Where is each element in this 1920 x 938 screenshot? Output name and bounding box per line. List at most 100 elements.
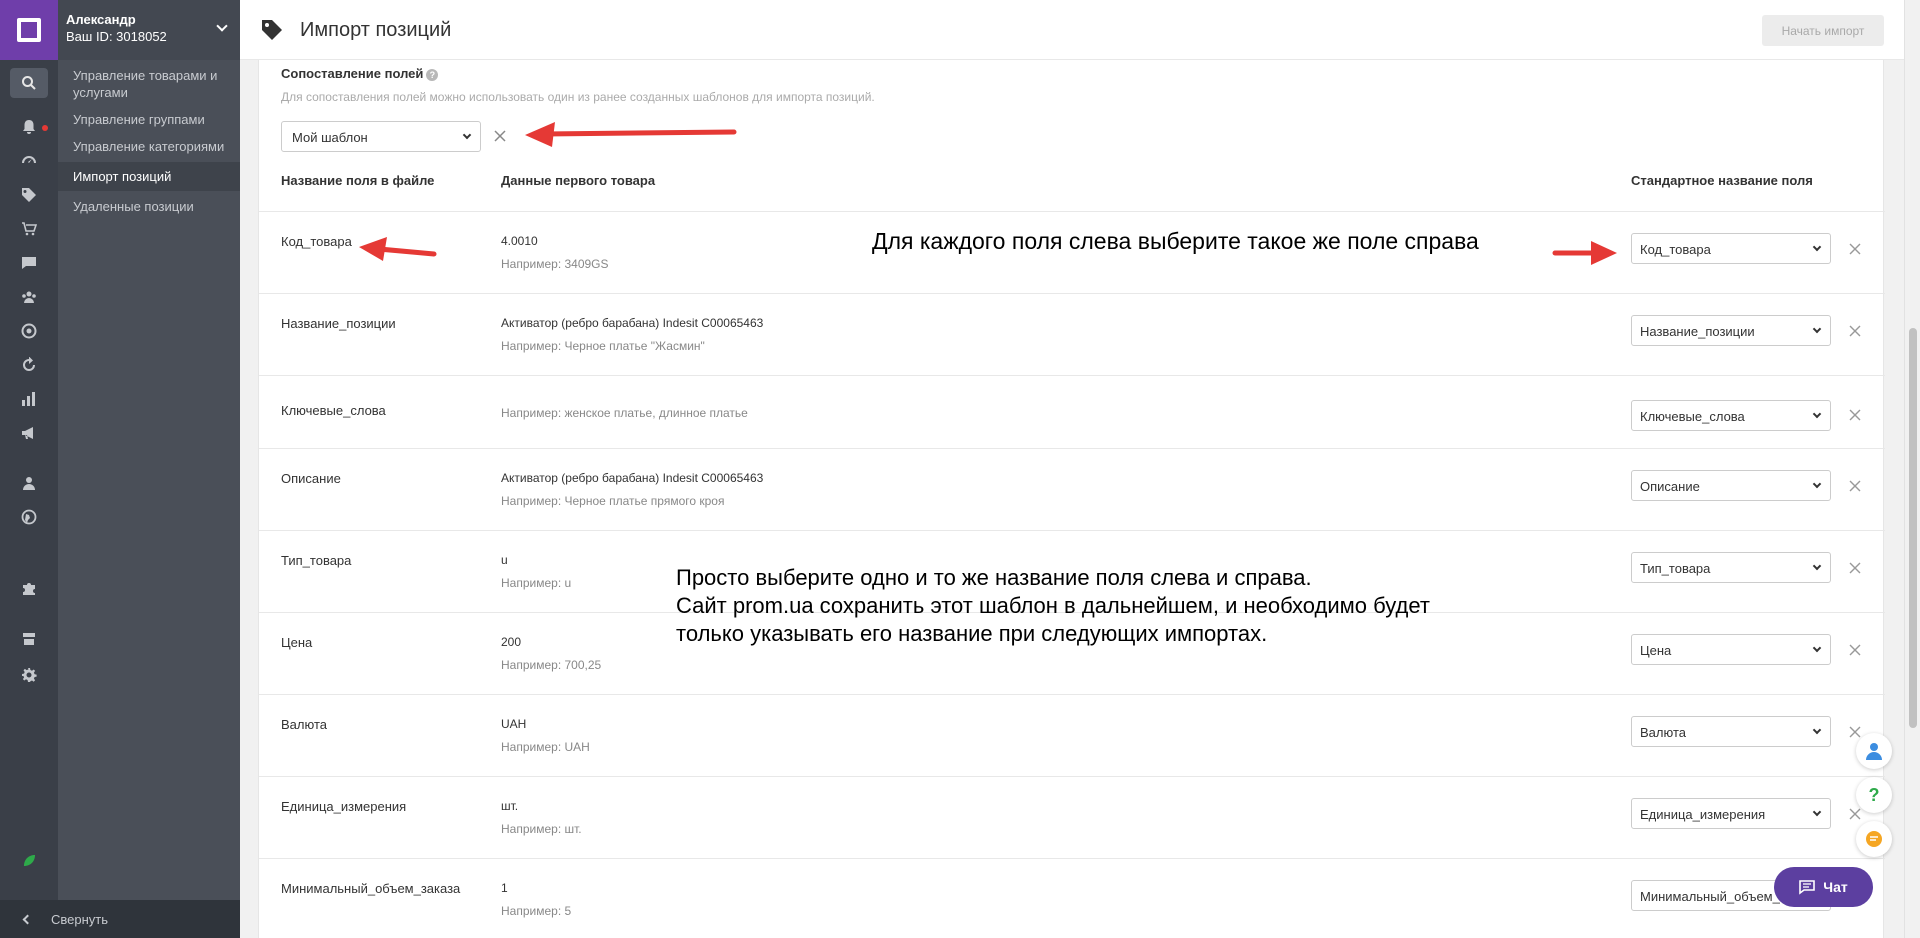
sidebar-item-categories[interactable]: Управление категориями — [58, 137, 240, 156]
standard-field-select-value: Валюта — [1640, 725, 1686, 740]
target-icon[interactable] — [20, 322, 38, 340]
example-value: Например: 5 — [501, 904, 572, 918]
field-name: Валюта — [281, 717, 327, 732]
remove-mapping-icon[interactable] — [1847, 806, 1863, 822]
standard-field-select[interactable]: Единица_измерения — [1631, 798, 1831, 829]
tag-icon — [262, 20, 282, 40]
chevron-down-icon — [1812, 725, 1822, 735]
mapping-row: Валюта UAH Например: UAH Валюта — [259, 694, 1885, 776]
refresh-icon[interactable] — [20, 356, 38, 374]
collapse-sidebar-button[interactable]: Свернуть — [0, 900, 240, 938]
question-icon: ? — [1868, 784, 1880, 805]
search-button[interactable] — [10, 68, 48, 98]
example-value: Например: Черное платье прямого кроя — [501, 494, 725, 508]
remove-mapping-icon[interactable] — [1847, 560, 1863, 576]
first-item-value: Активатор (ребро барабана) Indesit C0006… — [501, 471, 764, 485]
example-value: Например: женское платье, длинное платье — [501, 406, 748, 420]
arrow-to-first-field — [359, 237, 437, 261]
first-item-value: u — [501, 553, 508, 567]
megaphone-icon[interactable] — [20, 424, 38, 442]
logo-mark — [17, 18, 41, 42]
remove-mapping-icon[interactable] — [1847, 478, 1863, 494]
secondary-sidebar: Александр Ваш ID: 3018052 Управление тов… — [58, 0, 240, 938]
standard-field-select-value: Цена — [1640, 643, 1672, 658]
page-header: Импорт позиций Начать импорт — [240, 0, 1904, 60]
sidebar-item-import[interactable]: Импорт позиций — [58, 162, 240, 191]
field-name: Минимальный_объем_заказа — [281, 881, 461, 896]
field-name: Тип_товара — [281, 553, 352, 568]
page-scrollbar[interactable] — [1904, 0, 1920, 938]
profile-widget-button[interactable] — [1856, 733, 1892, 769]
sidebar-item-products[interactable]: Управление товарами и услугами — [58, 66, 240, 102]
standard-field-select[interactable]: Ключевые_слова — [1631, 400, 1831, 431]
example-value: Например: u — [501, 576, 572, 590]
chevron-down-icon — [1812, 807, 1822, 817]
first-item-value: UAH — [501, 717, 527, 731]
annotation-middle: Просто выберите одно и то же название по… — [676, 564, 1430, 648]
field-name: Цена — [281, 635, 313, 650]
standard-field-select[interactable]: Цена — [1631, 634, 1831, 665]
annotation-line-1: Просто выберите одно и то же название по… — [676, 565, 1312, 590]
standard-field-select-value: Ключевые_слова — [1640, 409, 1745, 424]
chevron-down-icon — [1812, 409, 1822, 419]
field-name: Единица_измерения — [281, 799, 407, 814]
help-widget-button[interactable]: ? — [1856, 777, 1892, 813]
store-icon[interactable] — [20, 630, 38, 648]
person-icon[interactable] — [20, 474, 38, 492]
collapse-label: Свернуть — [51, 911, 109, 927]
annotation-line-2: Сайт prom.ua сохранить этот шаблон в дал… — [676, 593, 1430, 618]
sidebar-item-groups[interactable]: Управление группами — [58, 110, 240, 129]
search-icon — [22, 76, 36, 90]
user-name: Александр — [66, 12, 136, 27]
chevron-down-icon — [1812, 561, 1822, 571]
sidebar-item-deleted[interactable]: Удаленные позиции — [58, 197, 240, 216]
user-switcher[interactable]: Александр Ваш ID: 3018052 — [58, 0, 240, 60]
first-item-value: 200 — [501, 635, 522, 649]
remove-mapping-icon[interactable] — [1847, 642, 1863, 658]
standard-field-select[interactable]: Описание — [1631, 470, 1831, 501]
page-title: Импорт позиций — [300, 19, 452, 41]
globe-icon[interactable] — [20, 508, 38, 526]
mapping-row: Описание Активатор (ребро барабана) Indes… — [259, 448, 1885, 530]
annotation-arrows — [359, 122, 1617, 265]
annotation-line-3: только указывать его название при следую… — [676, 621, 1268, 646]
message-icon[interactable] — [20, 254, 38, 272]
example-value: Например: 700,25 — [501, 658, 602, 672]
users-icon[interactable] — [20, 288, 38, 306]
feedback-widget-button[interactable] — [1856, 821, 1892, 857]
chat-label: Чат — [1823, 879, 1848, 895]
first-item-value: шт. — [501, 799, 519, 813]
chat-button[interactable]: Чат — [1774, 867, 1873, 907]
gauge-icon[interactable] — [20, 152, 38, 170]
puzzle-icon[interactable] — [20, 580, 38, 598]
chat-icon — [1799, 880, 1816, 895]
standard-field-select[interactable]: Тип_товара — [1631, 552, 1831, 583]
annotation-top: Для каждого поля слева выберите такое же… — [872, 228, 1479, 254]
notification-dot — [42, 125, 48, 131]
cart-icon[interactable] — [20, 220, 38, 238]
mapping-card: Сопоставление полей? Для сопоставления п… — [258, 60, 1885, 938]
user-id: Ваш ID: 3018052 — [66, 29, 167, 44]
standard-field-select[interactable]: Валюта — [1631, 716, 1831, 747]
chevron-down-icon — [1812, 479, 1822, 489]
start-import-button[interactable]: Начать импорт — [1762, 15, 1884, 46]
remove-mapping-icon[interactable] — [1847, 407, 1863, 423]
bar-chart-icon[interactable] — [20, 390, 38, 408]
example-value: Например: UAH — [501, 740, 590, 754]
field-name: Описание — [281, 471, 341, 486]
mapping-row: Ключевые_слова Например: женское платье, … — [259, 375, 1885, 448]
mapping-row: Единица_измерения шт. Например: шт. Единица… — [259, 776, 1885, 858]
arrow-to-first-select — [1552, 241, 1617, 265]
first-item-value: 1 — [501, 881, 508, 895]
standard-field-select-value: Единица_измерения — [1640, 807, 1766, 822]
sidebar-menu: Управление товарами и услугами Управлени… — [58, 66, 240, 216]
scroll-thumb[interactable] — [1909, 328, 1917, 728]
gear-icon[interactable] — [20, 666, 38, 684]
icon-rail — [0, 0, 58, 938]
tag-icon[interactable] — [20, 186, 38, 204]
bell-icon[interactable] — [20, 118, 38, 136]
chevron-left-icon — [22, 914, 33, 924]
example-value: Например: шт. — [501, 822, 582, 836]
leaf-icon[interactable] — [20, 852, 38, 870]
logo[interactable] — [0, 0, 58, 60]
